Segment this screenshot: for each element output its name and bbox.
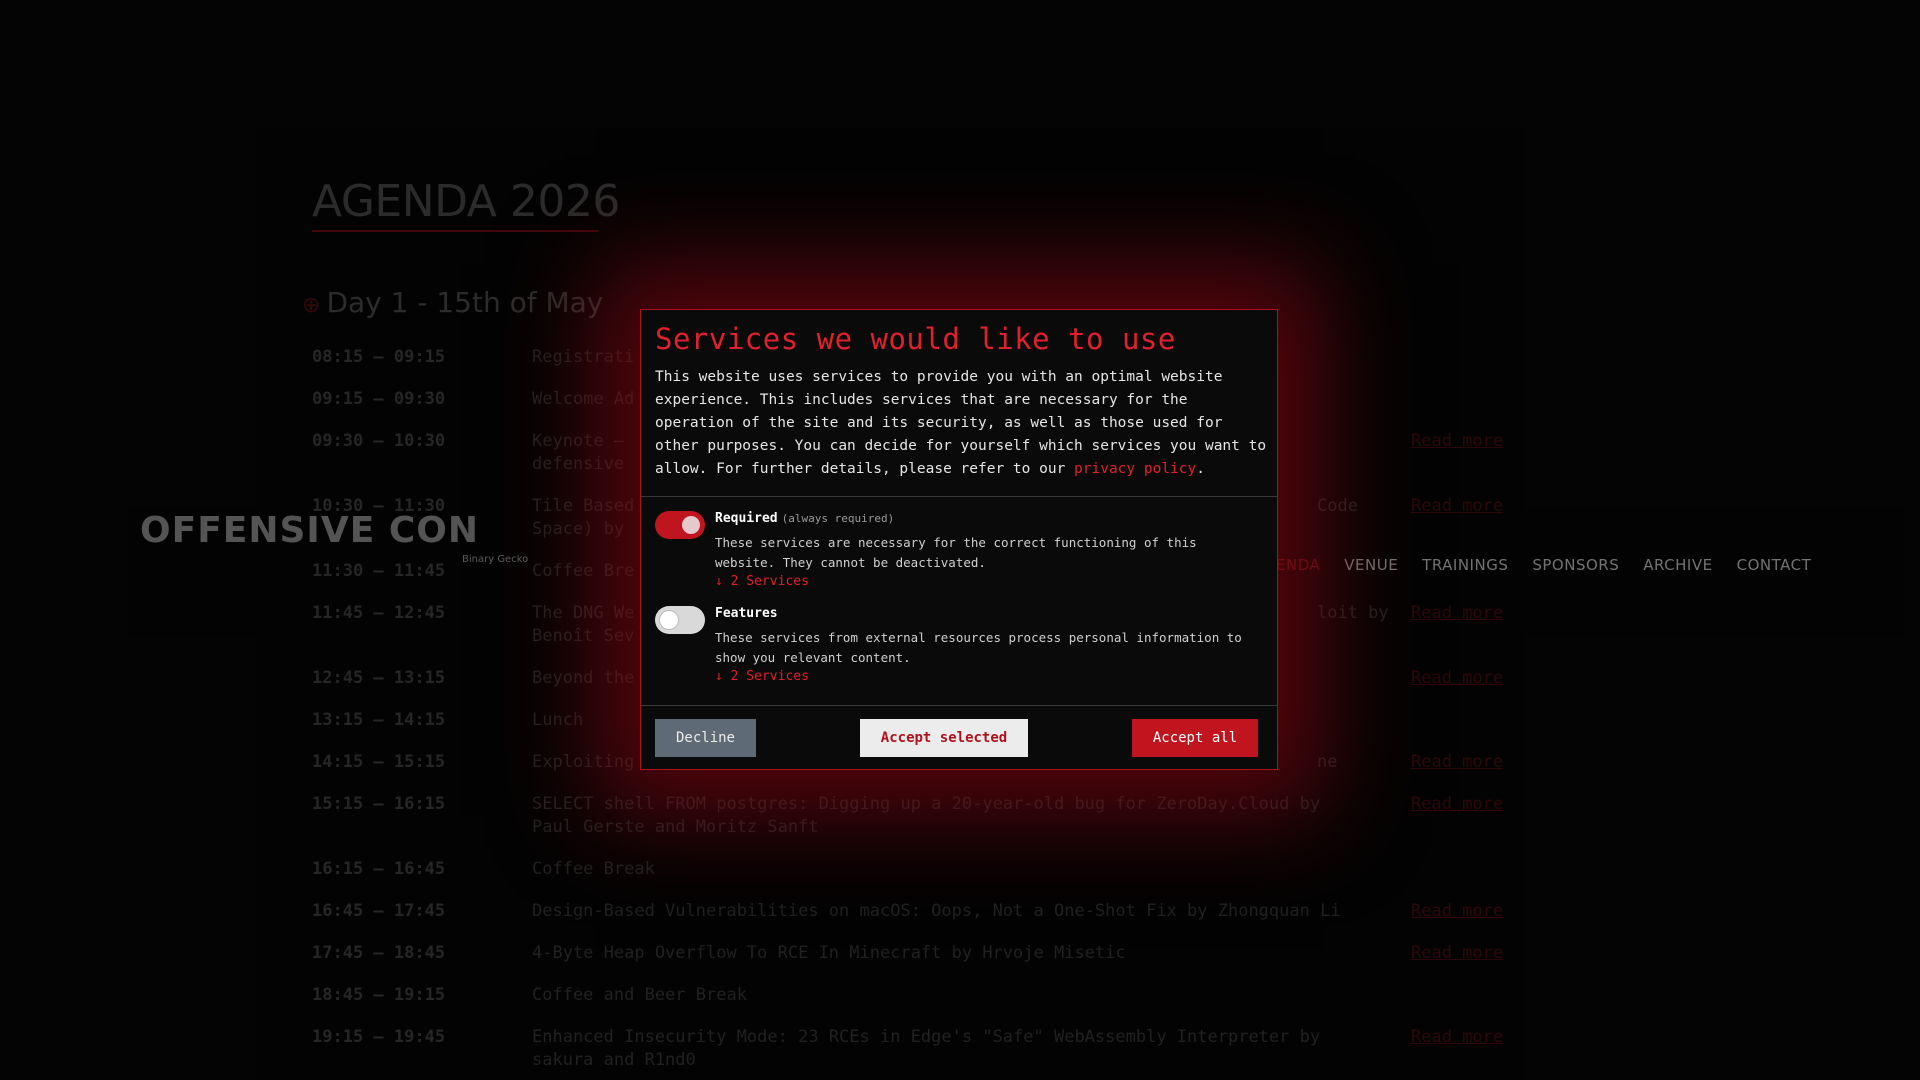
intro-suffix: . [1196,461,1205,477]
privacy-policy-link[interactable]: privacy policy [1074,461,1196,477]
service-label: Features [715,606,778,621]
decline-button[interactable]: Decline [655,719,756,757]
divider [641,496,1277,497]
accept-selected-button[interactable]: Accept selected [860,719,1028,757]
always-required-note: (always required) [781,512,895,525]
accept-all-button[interactable]: Accept all [1132,719,1258,757]
service-description: These services are necessary for the cor… [715,535,1197,570]
divider [641,705,1277,706]
features-services-link[interactable]: ↓ 2 Services [715,669,809,684]
consent-dialog: Services we would like to use This websi… [640,309,1278,770]
service-label: Required (always required) [715,511,895,526]
required-services-link[interactable]: ↓ 2 Services [715,574,809,589]
toggle-knob [660,611,678,629]
service-description: These services from external resources p… [715,630,1242,665]
toggle-knob [682,516,700,534]
consent-title: Services we would like to use [655,322,1176,356]
required-toggle[interactable] [655,511,705,539]
consent-intro: This website uses services to provide yo… [655,366,1267,481]
features-toggle[interactable] [655,606,705,634]
